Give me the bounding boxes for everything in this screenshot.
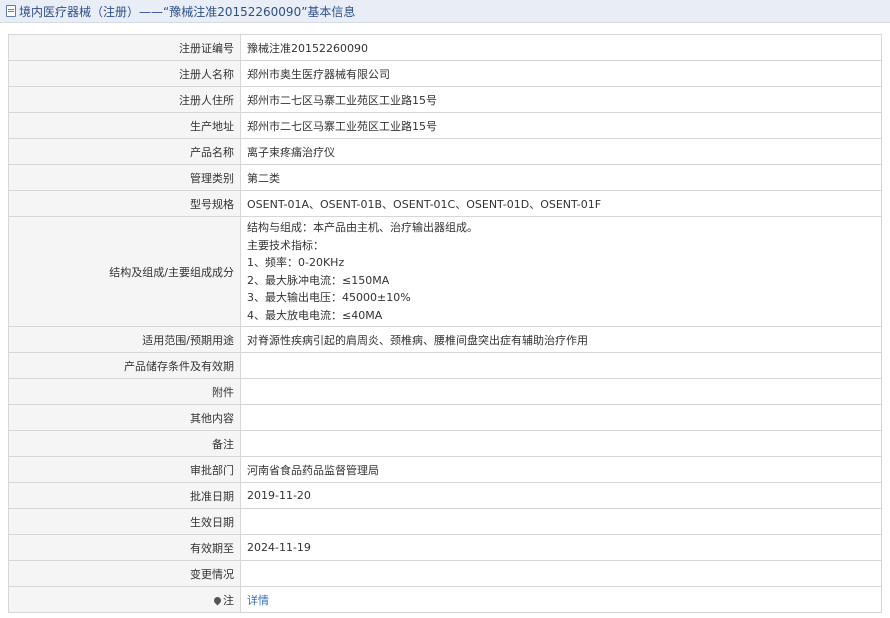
table-row: 结构及组成/主要组成成分 结构与组成：本产品由主机、治疗输出器组成。 主要技术指… (8, 216, 882, 327)
row-value: 河南省食品药品监督管理局 (240, 456, 882, 483)
row-label: 注 (223, 593, 234, 607)
row-label: 产品名称 (8, 138, 241, 165)
table-row: 型号规格 OSENT-01A、OSENT-01B、OSENT-01C、OSENT… (8, 190, 882, 217)
page-header: 境内医疗器械（注册）——“豫械注准20152260090”基本信息 (0, 0, 890, 23)
row-value: 郑州市二七区马寨工业苑区工业路15号 (240, 86, 882, 113)
row-value: 豫械注准20152260090 (240, 34, 882, 61)
table-row: 批准日期 2019-11-20 (8, 482, 882, 509)
spec-line: 2、最大脉冲电流：≤150MA (247, 273, 390, 287)
table-row: 适用范围/预期用途 对脊源性疾病引起的肩周炎、颈椎病、腰椎间盘突出症有辅助治疗作… (8, 326, 882, 353)
row-label: 有效期至 (8, 534, 241, 561)
row-value (240, 404, 882, 431)
row-value: OSENT-01A、OSENT-01B、OSENT-01C、OSENT-01D、… (240, 190, 882, 217)
row-value (240, 378, 882, 405)
row-label: 管理类别 (8, 164, 241, 191)
info-table: 注册证编号 豫械注准20152260090 注册人名称 郑州市奥生医疗器械有限公… (8, 34, 882, 613)
row-value: 2024-11-19 (240, 534, 882, 561)
table-row: 备注 (8, 430, 882, 457)
table-row: 附件 (8, 378, 882, 405)
row-label: 型号规格 (8, 190, 241, 217)
row-value: 详情 (240, 586, 882, 613)
page-title: 境内医疗器械（注册）——“豫械注准20152260090”基本信息 (19, 4, 356, 19)
row-value: 第二类 (240, 164, 882, 191)
row-label: 备注 (8, 430, 241, 457)
table-row: 注 详情 (8, 586, 882, 613)
table-row: 管理类别 第二类 (8, 164, 882, 191)
row-label: 变更情况 (8, 560, 241, 587)
row-value (240, 508, 882, 535)
row-value: 郑州市二七区马寨工业苑区工业路15号 (240, 112, 882, 139)
row-value (240, 352, 882, 379)
table-row: 变更情况 (8, 560, 882, 587)
table-row: 产品储存条件及有效期 (8, 352, 882, 379)
table-row: 注册人名称 郑州市奥生医疗器械有限公司 (8, 60, 882, 87)
document-icon (6, 5, 16, 17)
row-value: 2019-11-20 (240, 482, 882, 509)
row-label: 审批部门 (8, 456, 241, 483)
row-label: 结构及组成/主要组成成分 (8, 216, 241, 327)
spec-line: 1、频率：0-20KHz (247, 256, 345, 269)
row-value: 离子束疼痛治疗仪 (240, 138, 882, 165)
table-row: 生效日期 (8, 508, 882, 535)
spec-line: 结构与组成：本产品由主机、治疗输出器组成。 (247, 221, 478, 234)
table-row: 注册证编号 豫械注准20152260090 (8, 34, 882, 61)
spec-line: 4、最大放电电流：≤40MA (247, 308, 383, 322)
table-row: 其他内容 (8, 404, 882, 431)
spec-line: 主要技术指标： (247, 238, 324, 252)
row-value (240, 560, 882, 587)
table-row: 生产地址 郑州市二七区马寨工业苑区工业路15号 (8, 112, 882, 139)
spec-line: 3、最大输出电压：45000±10% (247, 291, 411, 304)
table-row: 审批部门 河南省食品药品监督管理局 (8, 456, 882, 483)
row-label: 其他内容 (8, 404, 241, 431)
row-label: 产品储存条件及有效期 (8, 352, 241, 379)
table-row: 有效期至 2024-11-19 (8, 534, 882, 561)
row-label: 注册人名称 (8, 60, 241, 87)
pin-icon (212, 595, 223, 606)
table-row: 产品名称 离子束疼痛治疗仪 (8, 138, 882, 165)
note-label-cell: 注 (8, 586, 241, 613)
row-label: 注册人住所 (8, 86, 241, 113)
row-value: 对脊源性疾病引起的肩周炎、颈椎病、腰椎间盘突出症有辅助治疗作用 (240, 326, 882, 353)
row-label: 附件 (8, 378, 241, 405)
row-label: 批准日期 (8, 482, 241, 509)
row-label: 适用范围/预期用途 (8, 326, 241, 353)
row-label: 注册证编号 (8, 34, 241, 61)
row-value: 郑州市奥生医疗器械有限公司 (240, 60, 882, 87)
row-label: 生产地址 (8, 112, 241, 139)
row-value (240, 430, 882, 457)
table-row: 注册人住所 郑州市二七区马寨工业苑区工业路15号 (8, 86, 882, 113)
row-label: 生效日期 (8, 508, 241, 535)
details-link[interactable]: 详情 (247, 594, 269, 607)
row-value: 结构与组成：本产品由主机、治疗输出器组成。 主要技术指标： 1、频率：0-20K… (240, 216, 882, 327)
